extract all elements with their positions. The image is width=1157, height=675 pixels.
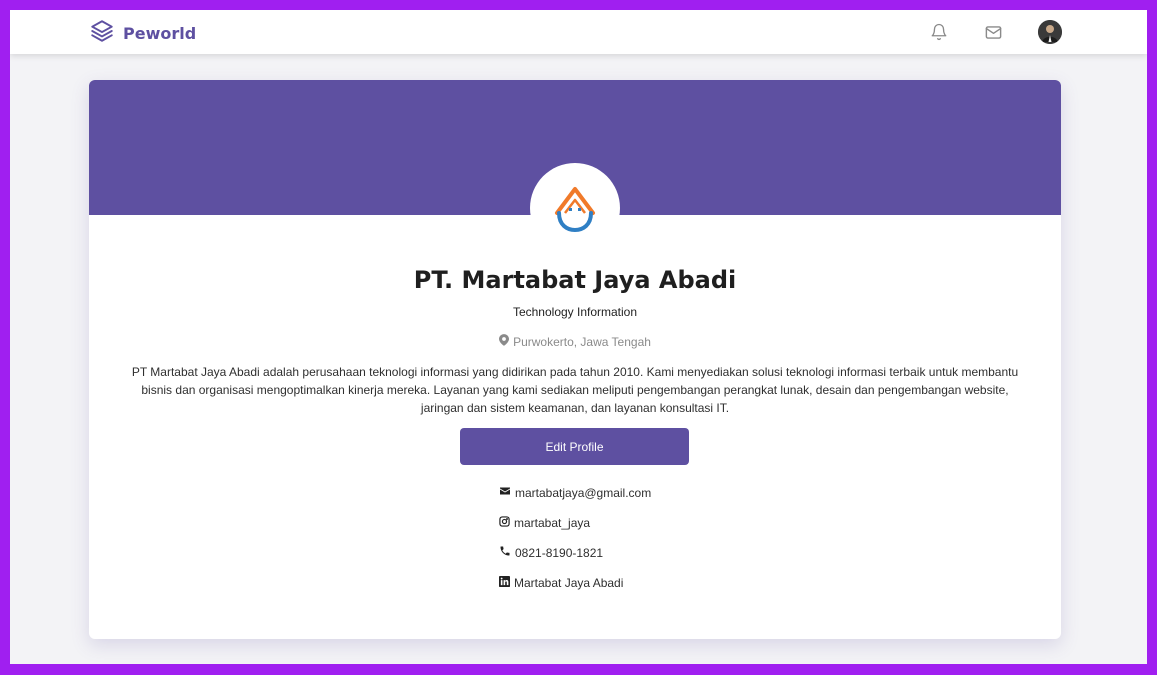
- brand-logo[interactable]: Peworld: [89, 18, 196, 49]
- company-field: Technology Information: [512, 305, 638, 319]
- location-text: Purwokerto, Jawa Tengah: [513, 334, 651, 349]
- company-description: PT Martabat Jaya Abadi adalah perusahaan…: [131, 365, 1019, 415]
- linkedin-text: Martabat Jaya Abadi: [514, 575, 624, 590]
- contact-instagram[interactable]: martabat_jaya: [499, 514, 651, 531]
- map-pin-icon: [499, 334, 510, 349]
- contact-email[interactable]: martabatjaya@gmail.com: [499, 484, 651, 501]
- company-name: PT. Martabat Jaya Abadi: [413, 266, 737, 294]
- edit-profile-button[interactable]: Edit Profile: [460, 428, 689, 465]
- layers-icon: [89, 18, 115, 49]
- user-avatar[interactable]: [1038, 20, 1062, 44]
- contact-list: martabatjaya@gmail.com martabat_jaya 082…: [499, 484, 651, 591]
- company-location: Purwokerto, Jawa Tengah: [89, 334, 1061, 349]
- linkedin-icon: [499, 575, 510, 590]
- contact-linkedin[interactable]: Martabat Jaya Abadi: [499, 574, 651, 591]
- phone-text: 0821-8190-1821: [515, 545, 604, 560]
- contact-phone[interactable]: 0821-8190-1821: [499, 544, 651, 561]
- company-logo: [530, 163, 620, 253]
- instagram-text: martabat_jaya: [514, 515, 591, 530]
- instagram-icon: [499, 515, 510, 530]
- top-navbar: Peworld: [10, 10, 1147, 54]
- phone-icon: [499, 545, 511, 560]
- email-text: martabatjaya@gmail.com: [515, 485, 652, 500]
- envelope-icon: [499, 485, 511, 500]
- brand-name: Peworld: [123, 24, 197, 43]
- app-frame: Peworld PT. Martabat Jaya Abadi Technolo…: [10, 10, 1147, 664]
- company-profile-card: PT. Martabat Jaya Abadi Technology Infor…: [89, 80, 1061, 639]
- bell-icon[interactable]: [927, 20, 951, 44]
- mail-icon[interactable]: [981, 20, 1005, 44]
